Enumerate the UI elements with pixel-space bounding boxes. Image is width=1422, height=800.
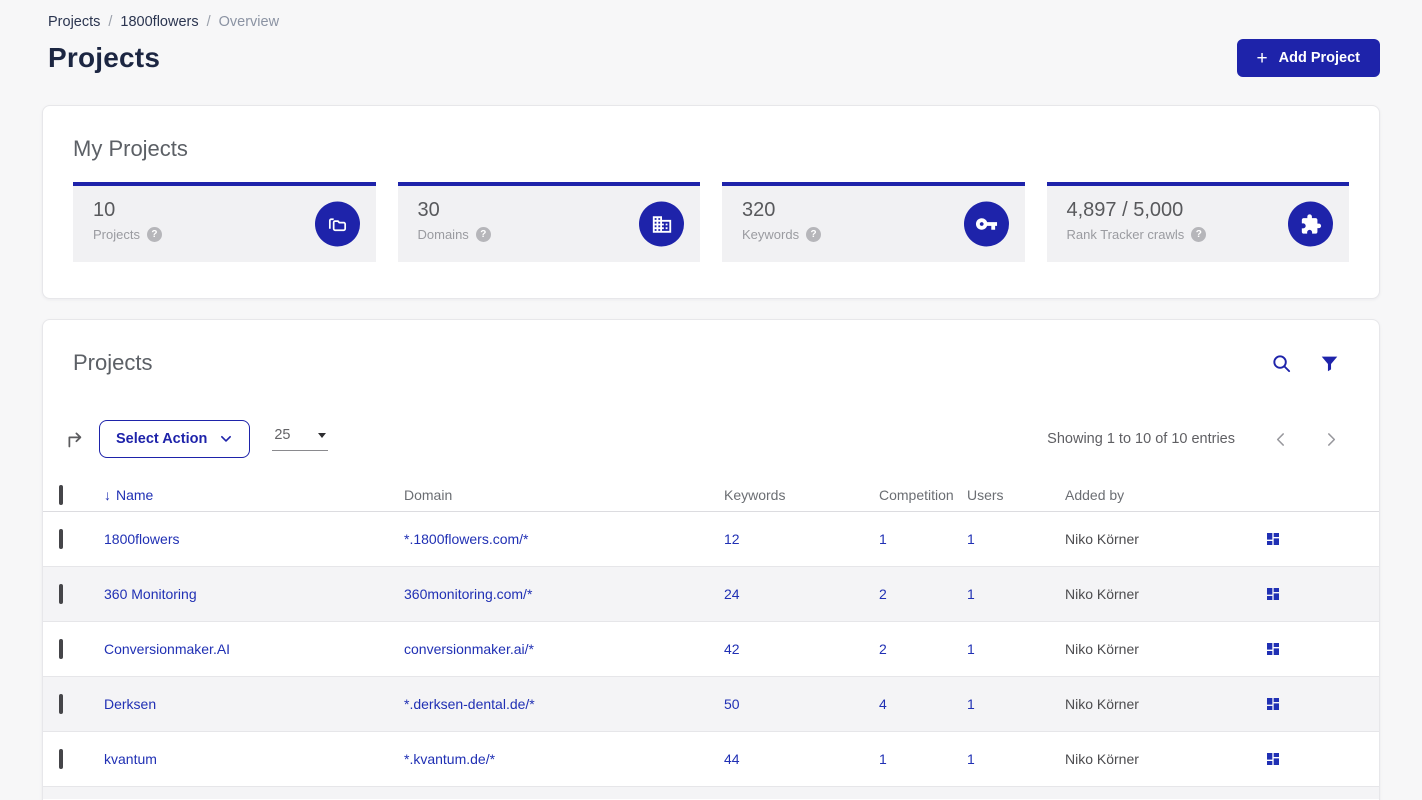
caret-down-icon — [318, 432, 327, 438]
stat-keywords: 320 Keywords ? — [722, 182, 1025, 262]
added-by-value: Niko Körner — [1065, 641, 1139, 657]
breadcrumb-item-overview: Overview — [218, 14, 280, 30]
dashboard-icon[interactable] — [1265, 586, 1379, 602]
table-row: kvantum *.kvantum.de/* 44 1 1 Niko Körne… — [43, 732, 1379, 787]
column-header-added-by[interactable]: Added by — [1065, 487, 1265, 503]
table-row: 1800flowers *.1800flowers.com/* 12 1 1 N… — [43, 512, 1379, 567]
added-by-value: Niko Körner — [1065, 696, 1139, 712]
filter-icon[interactable] — [1320, 354, 1339, 373]
help-icon[interactable]: ? — [1191, 227, 1207, 242]
users-count[interactable]: 1 — [967, 586, 1065, 602]
dashboard-icon[interactable] — [1265, 696, 1379, 712]
key-icon — [963, 201, 1009, 247]
stat-crawls-label: Rank Tracker crawls — [1066, 227, 1185, 242]
project-name-link[interactable]: 1800flowers — [104, 531, 404, 547]
added-by-value: Niko Körner — [1065, 531, 1139, 547]
help-icon[interactable]: ? — [475, 227, 491, 242]
breadcrumb-item-1800flowers[interactable]: 1800flowers — [120, 14, 198, 30]
stat-projects: 10 Projects ? — [73, 182, 376, 262]
select-action-dropdown[interactable]: Select Action — [99, 420, 251, 458]
dashboard-icon[interactable] — [1265, 531, 1379, 547]
help-icon[interactable]: ? — [806, 227, 822, 242]
competition-count[interactable]: 2 — [879, 641, 967, 657]
project-domain-link[interactable]: *.1800flowers.com/* — [404, 531, 724, 547]
breadcrumb-item-projects[interactable]: Projects — [48, 14, 100, 30]
project-name-link[interactable]: Conversionmaker.AI — [104, 641, 404, 657]
project-domain-link[interactable]: conversionmaker.ai/* — [404, 641, 724, 657]
page-title: Projects — [48, 42, 161, 73]
breadcrumb: Projects / 1800flowers / Overview — [48, 14, 1380, 30]
project-domain-link[interactable]: 360monitoring.com/* — [404, 586, 724, 602]
my-projects-card: My Projects 10 Projects ? 30 Domains ? 3… — [42, 105, 1380, 299]
dashboard-icon[interactable] — [1265, 641, 1379, 657]
added-by-value: Niko Körner — [1065, 751, 1139, 767]
keywords-count[interactable]: 24 — [724, 586, 879, 602]
column-header-domain[interactable]: Domain — [404, 487, 724, 503]
row-checkbox[interactable] — [59, 529, 63, 549]
users-count[interactable]: 1 — [967, 696, 1065, 712]
table-row: Conversionmaker.AI conversionmaker.ai/* … — [43, 622, 1379, 677]
projects-panel: Projects Select Action 25 Showing 1 to 1… — [42, 319, 1380, 800]
table-header: ↓ Name Domain Keywords Competition Users… — [43, 478, 1379, 512]
row-checkbox[interactable] — [59, 584, 63, 604]
competition-count[interactable]: 1 — [879, 531, 967, 547]
column-header-keywords[interactable]: Keywords — [724, 487, 879, 503]
add-project-button[interactable]: + Add Project — [1236, 39, 1380, 77]
column-header-users[interactable]: Users — [967, 487, 1065, 503]
page-size-value: 25 — [274, 427, 291, 443]
stat-rank-tracker-crawls: 4,897 / 5,000 Rank Tracker crawls ? — [1046, 182, 1349, 262]
row-checkbox[interactable] — [59, 749, 63, 769]
project-domain-link[interactable]: *.kvantum.de/* — [404, 751, 724, 767]
add-project-label: Add Project — [1278, 50, 1360, 66]
showing-entries-text: Showing 1 to 10 of 10 entries — [1047, 431, 1235, 447]
sort-descending-icon: ↓ — [104, 486, 111, 503]
building-icon — [639, 201, 684, 247]
table-row: 360 Monitoring 360monitoring.com/* 24 2 … — [43, 567, 1379, 622]
keywords-count[interactable]: 42 — [724, 641, 879, 657]
page-size-select[interactable]: 25 — [272, 427, 329, 451]
users-count[interactable]: 1 — [967, 531, 1065, 547]
select-action-label: Select Action — [116, 431, 208, 447]
competition-count[interactable]: 2 — [879, 586, 967, 602]
table-row: Derksen *.derksen-dental.de/* 50 4 1 Nik… — [43, 677, 1379, 732]
keywords-count[interactable]: 44 — [724, 751, 879, 767]
chevron-down-icon — [221, 435, 232, 442]
competition-count[interactable]: 1 — [879, 751, 967, 767]
stacked-folders-icon — [314, 201, 360, 247]
added-by-value: Niko Körner — [1065, 586, 1139, 602]
search-icon[interactable] — [1271, 353, 1292, 374]
project-name-link[interactable]: 360 Monitoring — [104, 586, 404, 602]
competition-count[interactable]: 4 — [879, 696, 967, 712]
breadcrumb-separator: / — [108, 14, 113, 30]
users-count[interactable]: 1 — [967, 641, 1065, 657]
forward-arrow-icon[interactable] — [65, 429, 86, 450]
stat-domains: 30 Domains ? — [397, 182, 700, 262]
chevron-right-icon[interactable] — [1322, 431, 1339, 448]
project-name-link[interactable]: Derksen — [104, 696, 404, 712]
projects-panel-title: Projects — [73, 350, 153, 375]
help-icon[interactable]: ? — [146, 227, 162, 242]
row-checkbox[interactable] — [59, 694, 63, 714]
users-count[interactable]: 1 — [967, 751, 1065, 767]
stat-domains-label: Domains — [417, 227, 469, 242]
select-all-checkbox[interactable] — [59, 484, 63, 505]
stat-projects-label: Projects — [93, 227, 140, 242]
chevron-left-icon[interactable] — [1273, 431, 1290, 448]
project-domain-link[interactable]: *.derksen-dental.de/* — [404, 696, 724, 712]
keywords-count[interactable]: 12 — [724, 531, 879, 547]
dashboard-icon[interactable] — [1265, 751, 1379, 767]
plus-icon: + — [1256, 47, 1268, 69]
keywords-count[interactable]: 50 — [724, 696, 879, 712]
breadcrumb-separator: / — [206, 14, 211, 30]
stats-row: 10 Projects ? 30 Domains ? 320 Keywords … — [73, 182, 1349, 262]
stat-keywords-label: Keywords — [742, 227, 800, 242]
project-name-link[interactable]: kvantum — [104, 751, 404, 767]
column-header-competition[interactable]: Competition — [879, 487, 967, 503]
table-row-partial — [43, 787, 1379, 799]
row-checkbox[interactable] — [59, 639, 63, 659]
column-header-name[interactable]: ↓ Name — [104, 487, 404, 503]
my-projects-title: My Projects — [73, 136, 188, 161]
puzzle-icon — [1288, 201, 1333, 247]
